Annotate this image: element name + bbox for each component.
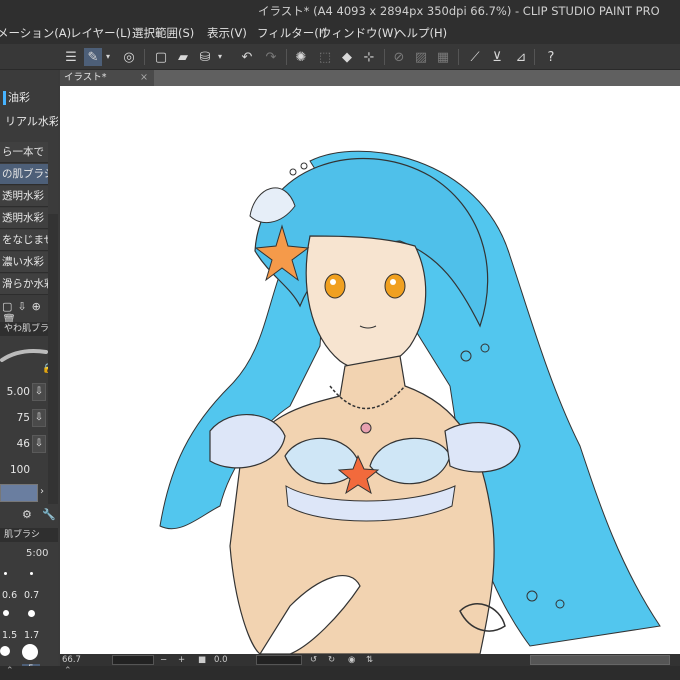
zoom-readout: 66.7	[62, 655, 81, 665]
select-all-icon[interactable]: ▦	[434, 48, 452, 66]
chevron-up-icon[interactable]: ⌃	[64, 666, 72, 676]
chevron-up-icon[interactable]: ⌃	[6, 666, 14, 676]
brush-item[interactable]: ら一本で	[0, 142, 48, 163]
angle-field[interactable]	[256, 655, 302, 665]
reset-rotation-icon[interactable]: ◉	[348, 654, 355, 666]
download-icon[interactable]: ⇩	[32, 383, 46, 401]
snap-icon[interactable]: ⊻	[488, 48, 506, 66]
bottom-bar: ⌃ ⌃	[0, 666, 680, 680]
clip-studio-window: イラスト* (A4 4093 x 2894px 350dpi 66.7%) - …	[0, 0, 680, 680]
deselect-icon[interactable]: ⊘	[390, 48, 408, 66]
undo-icon[interactable]: ↶	[238, 48, 256, 66]
canvas-paper[interactable]	[60, 86, 680, 654]
chevron-down-icon[interactable]: ▾	[104, 48, 112, 66]
brush-item[interactable]: 透明水彩	[0, 186, 48, 207]
open-folder-icon[interactable]: ▰	[174, 48, 192, 66]
invert-selection-icon[interactable]: ▨	[412, 48, 430, 66]
download-icon[interactable]: ⇩	[32, 409, 46, 427]
zoom-out-button[interactable]: −	[160, 654, 167, 666]
ruler-icon[interactable]: ⟋	[466, 48, 484, 66]
transform-icon[interactable]: ⊹	[360, 48, 378, 66]
panel-scrollbar[interactable]	[48, 214, 58, 504]
blend-value[interactable]: 100	[0, 460, 46, 480]
redo-icon[interactable]: ↷	[262, 48, 280, 66]
brush-size-current: 5:00	[26, 548, 49, 559]
clear-icon[interactable]: ⬚	[316, 48, 334, 66]
menu-window[interactable]: ウィンドウ(W)	[320, 22, 398, 44]
clip-studio-icon[interactable]: ◎	[120, 48, 138, 66]
grid-snap-icon[interactable]: ⊿	[512, 48, 530, 66]
menu-animation[interactable]: メーション(A)	[0, 22, 71, 44]
brush-item[interactable]: をなじませ	[0, 230, 48, 251]
brush-item[interactable]: 滑らか水彩	[0, 274, 48, 295]
loading-icon[interactable]: ✺	[292, 48, 310, 66]
size-dot[interactable]	[0, 646, 10, 656]
menu-filter[interactable]: フィルター(I)	[257, 22, 327, 44]
color-swatch[interactable]	[0, 484, 38, 502]
menu-view[interactable]: 表示(V)	[207, 22, 247, 44]
zoom-field[interactable]	[112, 655, 154, 665]
rotate-left-icon[interactable]: ↺	[310, 654, 317, 666]
new-file-icon[interactable]: ▢	[152, 48, 170, 66]
close-icon[interactable]: ×	[140, 70, 148, 86]
stop-icon[interactable]: ■	[198, 654, 206, 666]
angle-readout: 0.0	[214, 655, 228, 665]
wrench-icon[interactable]: 🔧	[42, 508, 56, 521]
brush-item[interactable]: 透明水彩	[0, 208, 48, 229]
download-icon[interactable]: ⇩	[32, 435, 46, 453]
size-preset[interactable]: 0.6	[2, 590, 17, 601]
brush-item-selected[interactable]: の肌ブラシ	[0, 164, 48, 185]
size-dot[interactable]	[30, 572, 33, 575]
flip-icon[interactable]: ⇅	[366, 654, 373, 666]
pen-tool-icon[interactable]: ✎	[84, 48, 102, 66]
size-dot[interactable]	[4, 572, 7, 575]
group-oil[interactable]: 油彩	[0, 87, 58, 109]
title-bar: イラスト* (A4 4093 x 2894px 350dpi 66.7%) - …	[0, 0, 680, 22]
density-value[interactable]: 46 ⇩	[0, 434, 46, 454]
chevron-down-icon[interactable]: ▾	[216, 48, 224, 66]
menu-layer[interactable]: レイヤー(L)	[70, 22, 131, 44]
size-dot[interactable]	[3, 610, 9, 616]
menu-selection[interactable]: 選択範囲(S)	[132, 22, 194, 44]
fill-icon[interactable]: ◆	[338, 48, 356, 66]
size-preset[interactable]: 1.7	[24, 630, 39, 641]
chevron-right-icon[interactable]: ›	[40, 486, 44, 497]
brush-size-value[interactable]: 5.00 ⇩	[0, 382, 46, 402]
menu-icon[interactable]: ☰	[62, 48, 80, 66]
save-icon[interactable]: ⛁	[196, 48, 214, 66]
menu-help[interactable]: ヘルプ(H)	[395, 22, 447, 44]
size-dot[interactable]	[28, 610, 35, 617]
opacity-value[interactable]: 75 ⇩	[0, 408, 46, 428]
document-tab[interactable]: イラスト* ×	[60, 70, 154, 86]
brush-item[interactable]: 濃い水彩	[0, 252, 48, 273]
settings-icon[interactable]: ⚙	[22, 508, 32, 521]
group-real-watercolor[interactable]: リアル水彩	[0, 111, 58, 133]
mermaid-illustration	[159, 150, 661, 654]
menu-bar: メーション(A) レイヤー(L) 選択範囲(S) 表示(V) フィルター(I) …	[0, 22, 680, 44]
zoom-in-button[interactable]: +	[178, 654, 185, 666]
window-title: イラスト* (A4 4093 x 2894px 350dpi 66.7%) - …	[258, 4, 660, 18]
help-icon[interactable]: ?	[542, 48, 560, 66]
horizontal-scrollbar[interactable]	[530, 655, 670, 665]
brush-stroke-preview	[0, 349, 48, 362]
rotate-right-icon[interactable]: ↻	[328, 654, 335, 666]
command-bar: ☰ ✎ ▾ ◎ ▢ ▰ ⛁ ▾ ↶ ↷ ✺ ⬚ ◆ ⊹ ⊘ ▨ ▦ ⟋ ⊻ ⊿ …	[0, 44, 680, 70]
size-dot[interactable]	[22, 644, 38, 660]
status-bar: 66.7 − + ■ 0.0 ↺ ↻ ◉ ⇅	[60, 654, 680, 666]
size-preset[interactable]: 0.7	[24, 590, 39, 601]
size-preset[interactable]: 1.5	[2, 630, 17, 641]
brush-size-panel-title: 肌ブラシ	[0, 528, 58, 542]
